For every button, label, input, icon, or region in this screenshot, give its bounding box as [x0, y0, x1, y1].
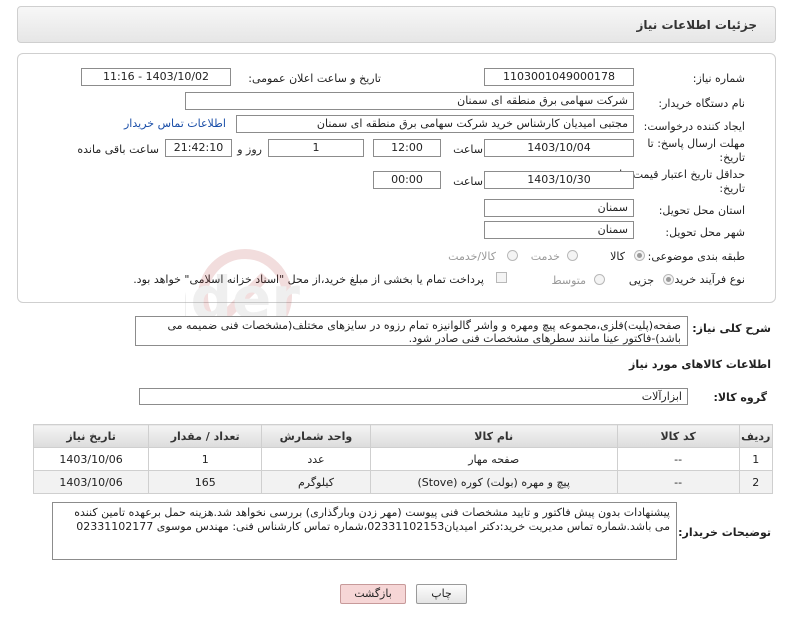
announce-label: تاریخ و ساعت اعلان عمومی: [248, 72, 381, 85]
validity-time-field: 00:00 [373, 171, 441, 189]
print-button[interactable]: چاپ [416, 584, 467, 604]
announce-field: 1403/10/02 - 11:16 [81, 68, 231, 86]
cell-code: -- [616, 470, 740, 494]
goods-table: ردیف کد کالا نام کالا واحد شمارش تعداد /… [32, 424, 774, 494]
cell-unit: کیلوگرم [261, 470, 371, 494]
col-qty: تعداد / مقدار [148, 424, 263, 448]
price-validity-label: حداقل تاریخ اعتبار قیمت: تا [619, 168, 745, 181]
buyer-org-field: شرکت سهامی برق منطقه ای سمنان [185, 92, 634, 110]
reply-deadline-label: مهلت ارسال پاسخ: تا [647, 137, 745, 150]
remaining-time-field: 21:42:10 [165, 139, 232, 157]
col-name: نام کالا [369, 424, 618, 448]
table-row: 2 -- پیچ و مهره (بولت) کوره (Stove) کیلو… [32, 470, 774, 494]
goods-group-label: گروه کالا: [713, 391, 767, 404]
process-option-medium: متوسط [551, 274, 586, 287]
reply-time-field: 12:00 [373, 139, 441, 157]
category-radio-goods-service[interactable] [507, 250, 518, 261]
requester-label: ایجاد کننده درخواست: [643, 120, 745, 133]
col-date: تاریخ نیاز [32, 424, 150, 448]
validity-time-label: ساعت [453, 175, 483, 188]
need-number-field: 1103001049000178 [484, 68, 634, 86]
col-row: ردیف [738, 424, 774, 448]
reply-time-label: ساعت [453, 143, 483, 156]
cell-qty: 165 [148, 470, 263, 494]
description-label: شرح کلی نیاز: [692, 322, 771, 335]
price-validity-label-date: تاریخ: [719, 182, 745, 195]
cell-date: 1403/10/06 [32, 447, 150, 471]
cell-name: صفحه مهار [369, 447, 618, 471]
category-option-service: خدمت [530, 250, 560, 263]
cell-unit: عدد [261, 447, 371, 471]
table-row: 1 -- صفحه مهار عدد 1 1403/10/06 [32, 447, 774, 471]
category-label: طبقه بندی موضوعی: [647, 250, 745, 263]
reply-deadline-label-date: تاریخ: [719, 151, 745, 164]
buyer-org-label: نام دستگاه خریدار: [658, 97, 745, 110]
col-unit: واحد شمارش [261, 424, 371, 448]
page-title: جزئیات اطلاعات نیاز [636, 18, 757, 32]
cell-name: پیچ و مهره (بولت) کوره (Stove) [369, 470, 618, 494]
city-label: شهر محل تحویل: [665, 226, 745, 239]
page-header: جزئیات اطلاعات نیاز [17, 6, 776, 43]
category-radio-service[interactable] [567, 250, 578, 261]
need-number-label: شماره نیاز: [692, 72, 745, 85]
city-field: سمنان [484, 221, 634, 239]
description-textarea[interactable]: صفحه(پلیت)فلزی،مجموعه پیچ ومهره و واشر گ… [135, 316, 688, 346]
cell-date: 1403/10/06 [32, 470, 150, 494]
validity-date-field: 1403/10/30 [484, 171, 634, 189]
process-label: نوع فرآیند خرید : [667, 273, 745, 286]
remaining-label: ساعت باقی مانده [77, 143, 159, 156]
treasury-note: پرداخت تمام یا بخشی از مبلغ خرید،از محل … [133, 273, 484, 286]
days-label: روز و [237, 143, 262, 156]
treasury-checkbox[interactable] [496, 272, 507, 283]
province-label: استان محل تحویل: [658, 204, 745, 217]
province-field: سمنان [484, 199, 634, 217]
goods-section-title: اطلاعات کالاهای مورد نیاز [629, 358, 771, 371]
process-radio-medium[interactable] [594, 274, 605, 285]
process-option-minor: جزیی [628, 274, 654, 287]
cell-row: 2 [738, 470, 774, 494]
col-code: کد کالا [616, 424, 740, 448]
category-option-goods-service: کالا/خدمت [448, 250, 496, 263]
back-button[interactable]: بازگشت [340, 584, 406, 604]
reply-days-field: 1 [268, 139, 364, 157]
reply-date-field: 1403/10/04 [484, 139, 634, 157]
cell-qty: 1 [148, 447, 263, 471]
buyer-contact-link[interactable]: اطلاعات تماس خریدار [124, 117, 226, 130]
buyer-notes-label: توضیحات خریدار: [678, 526, 771, 539]
goods-group-field: ابزارآلات [139, 388, 688, 405]
requester-field: مجتبی امیدیان کارشناس خرید شرکت سهامی بر… [236, 115, 634, 133]
cell-code: -- [616, 447, 740, 471]
cell-row: 1 [738, 447, 774, 471]
buyer-notes-textarea[interactable]: پیشنهادات بدون پیش فاکتور و تایید مشخصات… [52, 502, 677, 560]
process-radio-minor[interactable] [663, 274, 674, 285]
category-radio-goods[interactable] [634, 250, 645, 261]
goods-table-header: ردیف کد کالا نام کالا واحد شمارش تعداد /… [32, 424, 774, 448]
category-option-goods: کالا [610, 250, 625, 263]
